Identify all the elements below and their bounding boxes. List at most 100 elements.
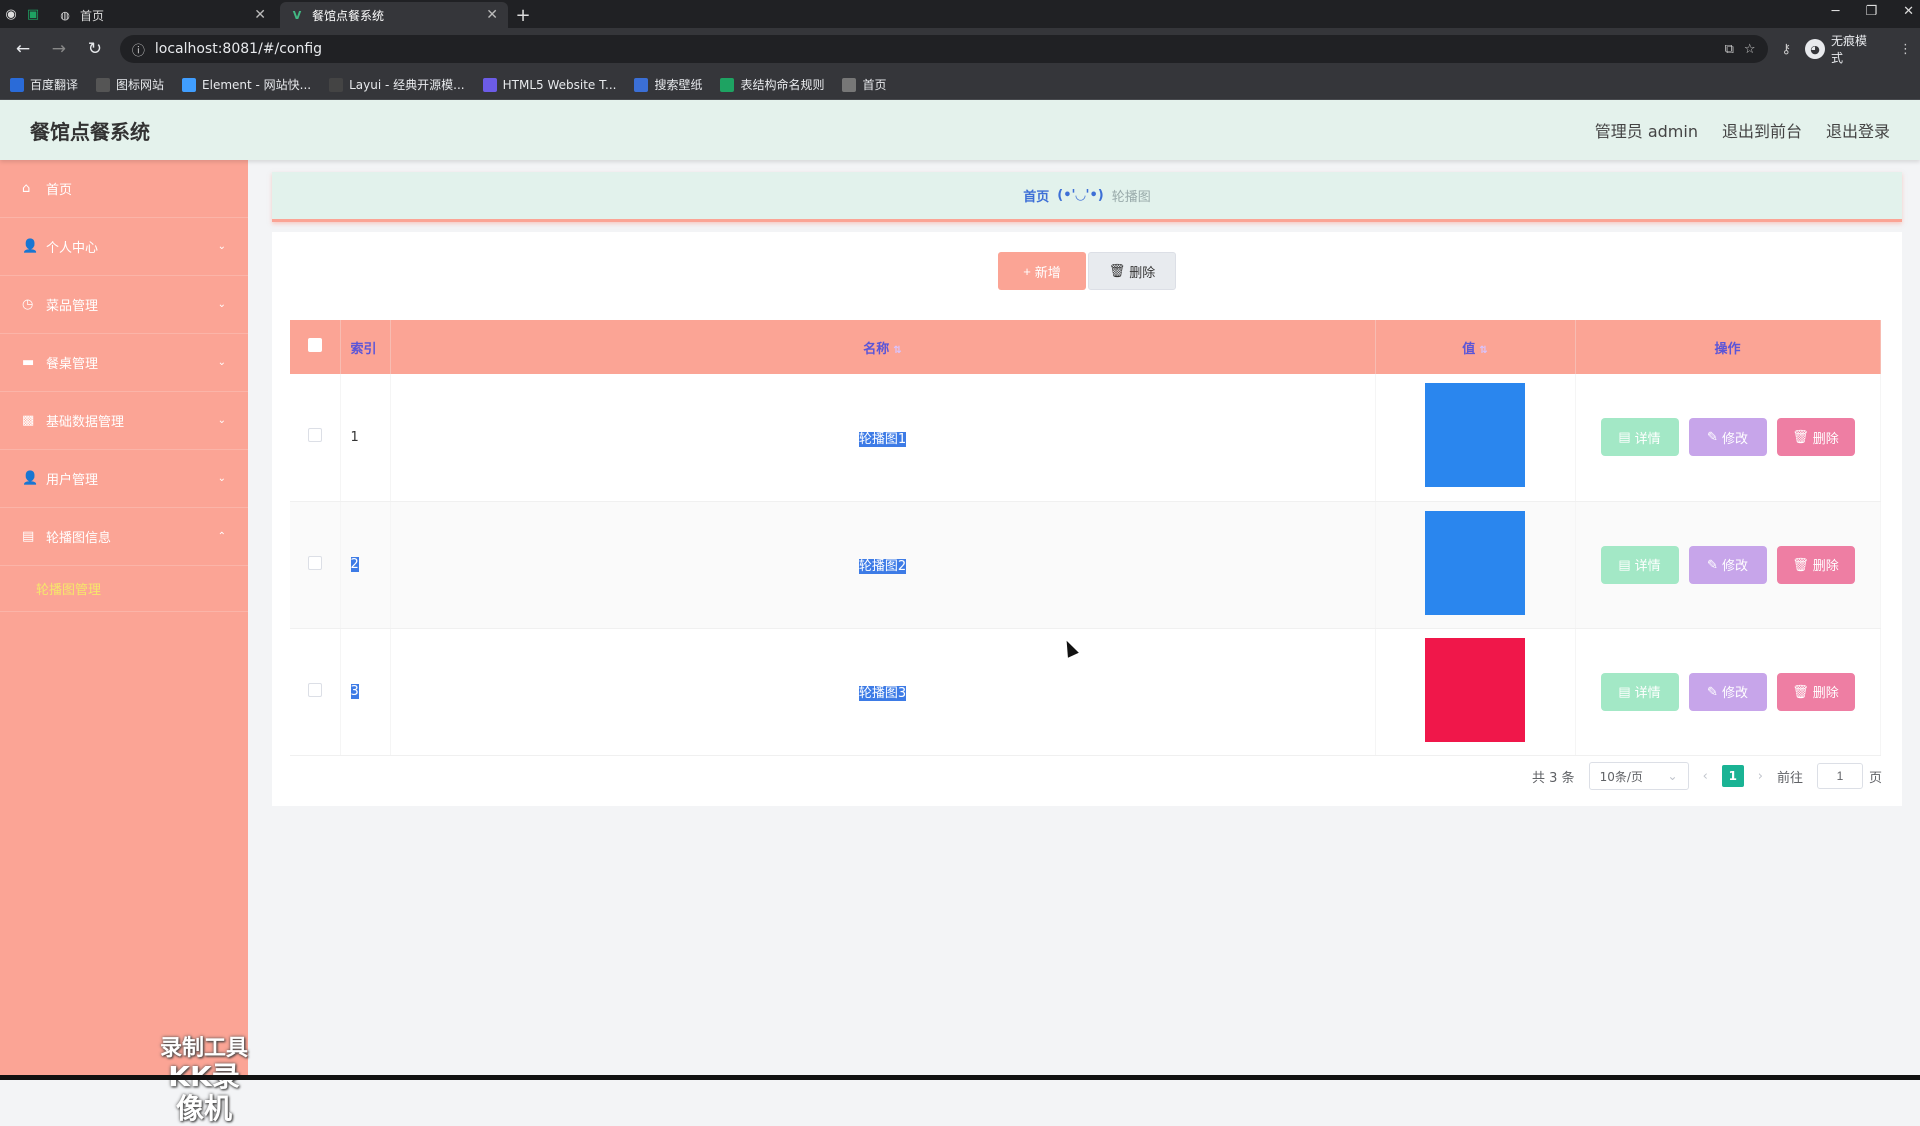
batch-delete-button[interactable]: 🗑 删除 [1088, 252, 1176, 290]
app-title: 餐馆点餐系统 [30, 119, 150, 144]
key-icon[interactable]: ⚷ [1782, 42, 1792, 57]
detail-button[interactable]: ▤ 详情 [1600, 545, 1679, 584]
close-icon[interactable]: ✕ [486, 7, 498, 23]
bookmark-item[interactable]: 百度翻译 [10, 76, 78, 93]
banner-thumbnail[interactable] [1425, 510, 1525, 615]
picture-icon: ▩ [22, 413, 35, 428]
bookmark-item[interactable]: 搜索壁纸 [634, 76, 702, 93]
detail-button[interactable]: ▤ 详情 [1600, 672, 1679, 711]
browser-tab-home[interactable]: ◍ 首页 ✕ [48, 2, 276, 28]
remove-label: 删除 [1812, 685, 1839, 700]
bookmark-item[interactable]: 首页 [842, 76, 887, 93]
sidebar-subitem-banner-management[interactable]: 轮播图管理 [0, 566, 248, 612]
edit-button[interactable]: ✎ 修改 [1688, 545, 1767, 584]
new-tab-button[interactable]: + [508, 2, 538, 28]
back-icon[interactable]: ← [8, 34, 38, 64]
add-button[interactable]: + 新增 [998, 252, 1086, 290]
bookmark-item[interactable]: Layui - 经典开源模... [329, 76, 465, 93]
sidebar-item-3[interactable]: ▬ 餐桌管理 ⌄ [0, 334, 248, 392]
edit-icon: ✎ [1707, 683, 1718, 699]
table-row[interactable]: 3 轮播图3 ▤ 详情 ✎ 修改 🗑 删除 [290, 628, 1881, 756]
row-index-cell: 1 [340, 374, 391, 502]
delete-button[interactable]: 🗑 删除 [1776, 672, 1855, 711]
logout-link[interactable]: 退出登录 [1826, 118, 1890, 142]
back-to-frontend-link[interactable]: 退出到前台 [1722, 118, 1802, 142]
goto-page-input[interactable] [1816, 763, 1863, 789]
tab-group-icon[interactable]: ▣ [22, 0, 44, 28]
page-size-select[interactable]: 10条/页 ⌄ [1588, 762, 1689, 790]
row-checkbox[interactable] [307, 428, 322, 443]
trash-icon: 🗑 [1792, 429, 1809, 445]
next-page-icon[interactable]: › [1758, 769, 1763, 784]
close-icon[interactable]: ✕ [254, 7, 266, 23]
bookmark-item[interactable]: 表结构命名规则 [720, 76, 824, 93]
sidebar-item-label: 首页 [46, 183, 73, 198]
document-icon: ▤ [1618, 429, 1631, 445]
bookmark-label: 首页 [862, 78, 887, 92]
row-name-cell: 轮播图1 [390, 374, 1376, 502]
sidebar-item-1[interactable]: 👤 个人中心 ⌄ [0, 218, 248, 276]
breadcrumb-home[interactable]: 首页 [1023, 186, 1049, 205]
row-select-cell [290, 501, 341, 629]
sidebar-item-2[interactable]: ◷ 菜品管理 ⌄ [0, 276, 248, 334]
incognito-profile[interactable]: ◕ 无痕模式 [1805, 32, 1879, 66]
delete-button[interactable]: 🗑 删除 [1776, 418, 1855, 457]
prev-page-icon[interactable]: ‹ [1703, 769, 1708, 784]
bookmark-item[interactable]: Element - 网站快... [182, 76, 311, 93]
bookmark-label: 搜索壁纸 [654, 78, 703, 92]
edit-label: 修改 [1721, 430, 1748, 446]
tab-title: 首页 [80, 8, 105, 23]
restore-icon[interactable]: ❐ [1865, 4, 1877, 19]
table-row[interactable]: 1 轮播图1 ▤ 详情 ✎ 修改 🗑 删除 [290, 374, 1881, 502]
row-value-cell [1375, 501, 1576, 629]
edit-button[interactable]: ✎ 修改 [1688, 672, 1767, 711]
address-bar[interactable]: ⓘ localhost:8081/#/config ⧉ ☆ [119, 35, 1768, 63]
suitcase-icon: ▤ [22, 529, 35, 544]
header-index: 索引 [340, 320, 391, 374]
sidebar-item-5[interactable]: 👤 用户管理 ⌄ [0, 450, 248, 508]
delete-button[interactable]: 🗑 删除 [1776, 545, 1855, 584]
select-all-checkbox[interactable] [307, 338, 322, 352]
sort-icon[interactable]: ⇅ [1479, 345, 1487, 356]
detail-button[interactable]: ▤ 详情 [1600, 418, 1679, 457]
page-number-current[interactable]: 1 [1721, 765, 1744, 787]
sidebar-item-0[interactable]: ⌂ 首页 [0, 160, 248, 218]
reload-icon[interactable]: ↻ [80, 34, 110, 64]
bookmark-label: 表结构命名规则 [740, 78, 825, 92]
row-checkbox[interactable] [307, 555, 322, 570]
row-actions-cell: ▤ 详情 ✎ 修改 🗑 删除 [1575, 501, 1881, 629]
sidebar-item-6[interactable]: ▤ 轮播图信息 ⌃ [0, 508, 248, 566]
banner-thumbnail[interactable] [1425, 637, 1525, 742]
bookmark-item[interactable]: 图标网站 [96, 76, 164, 93]
more-icon[interactable]: ⋮ [1899, 42, 1912, 57]
goto-suffix: 页 [1868, 770, 1882, 786]
bookmark-label: Layui - 经典开源模... [349, 78, 465, 92]
sidebar: ⌂ 首页 👤 个人中心 ⌄ ◷ 菜品管理 ⌄ ▬ 餐桌管理 ⌄ ▩ 基础数据管理 ⌄ 👤 用户管理 ⌄ ▤ 轮播图信… [0, 160, 248, 1125]
app-header: 餐馆点餐系统 管理员 admin 退出到前台 退出登录 [0, 100, 1920, 160]
banner-thumbnail[interactable] [1425, 383, 1525, 488]
browser-menu-icon[interactable]: ◉ [0, 0, 22, 28]
row-name-cell: 轮播图3 [390, 628, 1376, 756]
header-value[interactable]: 值 ⇅ [1375, 320, 1576, 374]
row-name: 轮播图2 [858, 559, 907, 574]
breadcrumb-current: 轮播图 [1111, 190, 1151, 205]
star-icon[interactable]: ☆ [1744, 42, 1756, 57]
row-value-cell [1375, 374, 1576, 502]
minimize-icon[interactable]: ─ [1832, 4, 1840, 19]
table-row[interactable]: 2 轮播图2 ▤ 详情 ✎ 修改 🗑 删除 [290, 501, 1881, 629]
bookmark-item[interactable]: HTML5 Website T... [482, 77, 616, 92]
header-name[interactable]: 名称 ⇅ [390, 320, 1376, 374]
info-icon[interactable]: ⓘ [132, 40, 145, 59]
translate-icon[interactable]: ⧉ [1725, 42, 1734, 57]
sort-icon[interactable]: ⇅ [893, 345, 901, 356]
row-checkbox[interactable] [307, 682, 322, 697]
header-name-label: 名称 [863, 341, 890, 357]
chevron-down-icon: ⌄ [217, 473, 226, 484]
forward-icon[interactable]: → [44, 34, 74, 64]
chevron-down-icon: ⌄ [217, 241, 226, 252]
close-window-icon[interactable]: ✕ [1903, 4, 1914, 19]
screen-bottom-strip [0, 1075, 1920, 1080]
browser-tab-active[interactable]: V 餐馆点餐系统 ✕ [280, 2, 508, 28]
sidebar-item-4[interactable]: ▩ 基础数据管理 ⌄ [0, 392, 248, 450]
edit-button[interactable]: ✎ 修改 [1688, 418, 1767, 457]
